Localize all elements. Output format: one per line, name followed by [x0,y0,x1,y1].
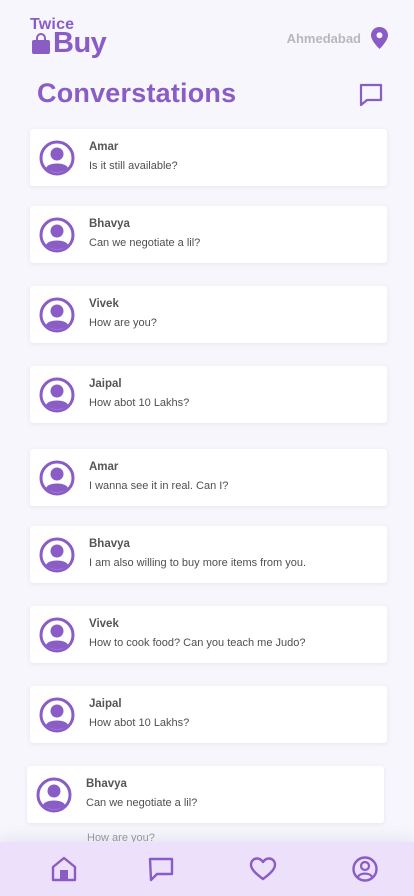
conversation-name: Amar [89,141,119,153]
chat-icon[interactable] [147,855,175,883]
bottom-navigation [0,842,414,896]
avatar-icon [39,377,75,413]
conversation-message: How abot 10 Lakhs? [89,397,190,409]
avatar-icon [39,217,75,253]
avatar-icon [39,617,75,653]
conversation-message: How abot 10 Lakhs? [89,717,190,729]
home-icon[interactable] [50,855,78,883]
conversation-name: Bhavya [86,778,127,790]
conversation-item[interactable]: Vivek How are you? [30,286,387,343]
avatar-icon [39,297,75,333]
conversation-item[interactable]: Amar I wanna see it in real. Can I? [30,449,387,506]
avatar-icon [39,140,75,176]
conversation-item[interactable]: Jaipal How abot 10 Lakhs? [30,686,387,743]
conversation-message: I am also willing to buy more items from… [89,557,307,569]
avatar-icon [39,697,75,733]
conversation-item[interactable]: Bhavya Can we negotiate a lil? [27,766,384,823]
heart-icon[interactable] [249,855,277,883]
user-circle-icon[interactable] [351,855,379,883]
conversation-name: Vivek [89,298,119,310]
conversation-list: Amar Is it still available? Bhavya Can w… [0,0,414,896]
conversation-message: How to cook food? Can you teach me Judo? [89,637,306,649]
conversation-name: Jaipal [89,698,122,710]
conversation-item[interactable]: Amar Is it still available? [30,129,387,186]
conversation-message: I wanna see it in real. Can I? [89,480,229,492]
conversation-name: Bhavya [89,538,130,550]
conversation-item[interactable]: Jaipal How abot 10 Lakhs? [30,366,387,423]
conversation-name: Bhavya [89,218,130,230]
conversation-message: Can we negotiate a lil? [89,237,201,249]
conversation-message: Is it still available? [89,160,178,172]
conversation-item[interactable]: Bhavya Can we negotiate a lil? [30,206,387,263]
avatar-icon [39,537,75,573]
conversation-item[interactable]: Vivek How to cook food? Can you teach me… [30,606,387,663]
conversation-message: How are you? [89,317,157,329]
conversation-name: Amar [89,461,119,473]
avatar-icon [36,777,72,813]
conversation-name: Vivek [89,618,119,630]
avatar-icon [39,460,75,496]
conversation-item[interactable]: Bhavya I am also willing to buy more ite… [30,526,387,583]
conversation-message: Can we negotiate a lil? [86,797,198,809]
conversation-name: Jaipal [89,378,122,390]
